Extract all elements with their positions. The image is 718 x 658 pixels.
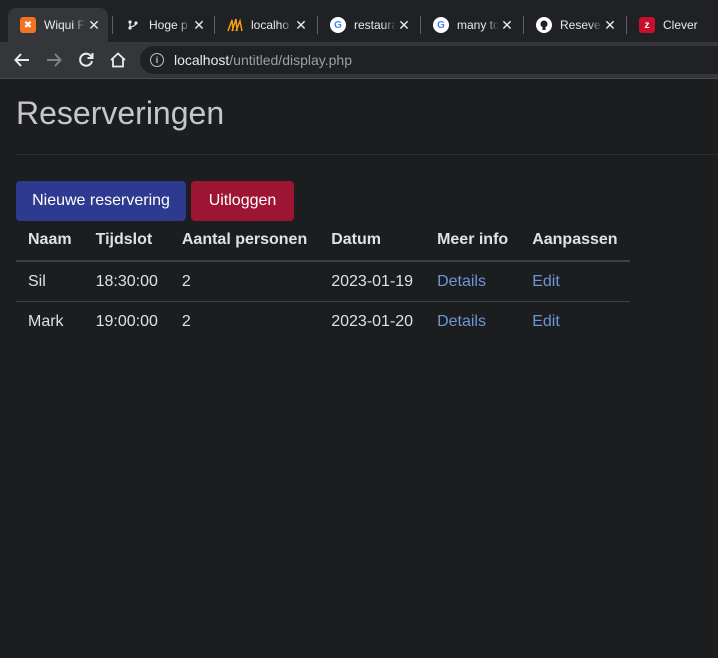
column-header-naam: Naam	[16, 221, 84, 262]
divider	[16, 154, 718, 155]
address-url: localhost/untitled/display.php	[174, 52, 352, 68]
home-button[interactable]	[106, 48, 130, 72]
arrow-left-icon	[14, 53, 29, 67]
edit-link[interactable]: Edit	[532, 273, 560, 290]
close-tab-icon[interactable]: ✕	[396, 17, 412, 34]
cell-meer-info: Details	[425, 302, 520, 342]
close-tab-icon[interactable]: ✕	[499, 17, 515, 34]
google-icon: G	[433, 17, 449, 33]
edit-link[interactable]: Edit	[532, 313, 560, 330]
page-content: Reserveringen Nieuwe reservering Uitlogg…	[0, 79, 718, 658]
close-tab-icon[interactable]: ✕	[191, 17, 207, 34]
page-title: Reserveringen	[16, 95, 225, 131]
forward-button[interactable]	[42, 48, 66, 72]
tab-title: many to	[457, 18, 499, 32]
git-branch-icon	[125, 17, 141, 33]
clever-icon: z	[639, 17, 655, 33]
column-header-meer-info: Meer info	[425, 221, 521, 262]
url-host: localhost	[174, 52, 230, 68]
cell-datum: 2023-01-20	[331, 313, 414, 330]
browser-tab-2[interactable]: Hoge p ✕	[113, 8, 213, 42]
details-link[interactable]: Details	[437, 313, 486, 330]
browser-tab-7[interactable]: z Clever	[627, 8, 718, 42]
column-header-datum: Datum	[319, 221, 426, 262]
address-bar[interactable]: i localhost/untitled/display.php	[140, 46, 718, 74]
browser-toolbar: i localhost/untitled/display.php	[0, 42, 718, 79]
cell-naam: Mark	[28, 313, 64, 330]
cell-naam: Sil	[16, 261, 84, 302]
cell-tijdslot: 19:00:00	[95, 313, 158, 330]
details-link[interactable]: Details	[437, 273, 486, 290]
tab-title: restaura	[354, 18, 396, 32]
column-header-tijdslot: Tijdslot	[83, 221, 170, 262]
tab-title: localho	[251, 18, 290, 32]
new-reservation-button[interactable]: Nieuwe reservering	[16, 181, 186, 221]
browser-tab-6[interactable]: Resever ✕	[524, 8, 624, 42]
reservations-table: Naam Tijdslot Aantal personen Datum Meer…	[16, 221, 630, 341]
tab-title: Hoge p	[149, 18, 188, 32]
cell-personen: 2	[181, 313, 191, 330]
table-header-row: Naam Tijdslot Aantal personen Datum Meer…	[16, 221, 630, 262]
cell-meer-info: Details	[425, 261, 521, 302]
close-tab-icon[interactable]: ✕	[86, 17, 102, 34]
google-icon: G	[330, 17, 346, 33]
tab-title: Clever	[663, 18, 698, 32]
back-button[interactable]	[10, 48, 34, 72]
phpmyadmin-icon	[227, 17, 243, 33]
browser-tab-5[interactable]: G many to ✕	[421, 8, 521, 42]
table-row: Sil 18:30:00 2 2023-01-19 Details Edit	[16, 261, 630, 302]
cell-tijdslot: 18:30:00	[83, 261, 170, 302]
info-icon[interactable]: i	[150, 53, 164, 67]
logout-button[interactable]: Uitloggen	[191, 181, 294, 221]
column-header-aantal-personen: Aantal personen	[169, 221, 320, 262]
cell-personen: 2	[169, 261, 320, 302]
arrow-right-icon	[47, 53, 62, 67]
column-header-aanpassen: Aanpassen	[520, 221, 630, 262]
browser-tab-1[interactable]: ✖ Wiqui F ✕	[8, 8, 108, 42]
close-tab-icon[interactable]: ✕	[293, 17, 309, 34]
github-icon	[536, 17, 552, 33]
home-icon	[110, 52, 126, 68]
reload-button[interactable]	[74, 48, 98, 72]
url-path: /untitled/display.php	[229, 52, 352, 68]
table-row: Mark 19:00:00 2 2023-01-20 Details Edit	[16, 302, 630, 342]
cell-aanpassen: Edit	[520, 261, 630, 302]
cell-aanpassen: Edit	[520, 302, 629, 342]
tab-title: Resever	[560, 18, 602, 32]
close-tab-icon[interactable]: ✕	[602, 17, 618, 34]
browser-tab-4[interactable]: G restaura ✕	[318, 8, 418, 42]
tab-title: Wiqui F	[44, 18, 85, 32]
cell-datum: 2023-01-19	[319, 261, 426, 302]
browser-tab-strip: ✖ Wiqui F ✕ Hoge p ✕ localho ✕ G restaur…	[0, 0, 718, 44]
browser-tab-3[interactable]: localho ✕	[215, 8, 315, 42]
reload-icon	[79, 52, 94, 67]
xampp-icon: ✖	[20, 17, 36, 33]
